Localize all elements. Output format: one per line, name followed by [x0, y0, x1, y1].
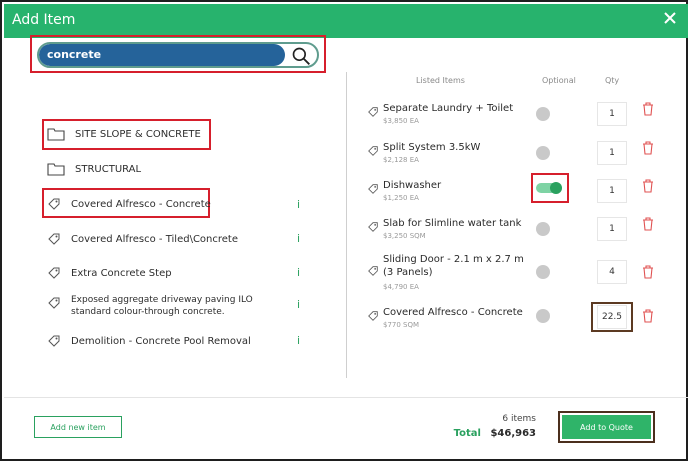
qty-input[interactable]: 22.5 — [597, 305, 627, 329]
trash-icon[interactable] — [642, 179, 654, 193]
listed-item-name: Separate Laundry + Toilet — [383, 103, 514, 114]
result-item-extra-concrete-step[interactable]: Extra Concrete Step — [47, 266, 172, 280]
result-item-exposed-aggregate[interactable]: Exposed aggregate driveway paving ILO st… — [47, 294, 292, 318]
listed-item-price: $770 SQM — [383, 321, 420, 329]
tag-icon — [368, 146, 378, 156]
listed-items-header: Listed Items — [416, 76, 465, 85]
tag-icon — [48, 335, 60, 347]
listed-item-name: Covered Alfresco - Concrete — [383, 307, 523, 318]
result-folder-structural[interactable]: STRUCTURAL — [47, 162, 141, 176]
listed-item-name: Split System 3.5kW — [383, 142, 481, 153]
folder-icon — [47, 128, 65, 141]
trash-icon[interactable] — [642, 265, 654, 279]
dialog-title-bar: Add Item — [4, 4, 688, 38]
optional-header: Optional — [542, 76, 576, 85]
result-label: Covered Alfresco - Tiled\Concrete — [71, 233, 238, 245]
listed-item-price: $1,250 EA — [383, 194, 419, 202]
footer-divider — [4, 397, 688, 398]
listed-item-name: Dishwasher — [383, 180, 442, 191]
qty-input[interactable]: 1 — [597, 141, 627, 165]
panel-divider — [346, 72, 347, 378]
result-label: Exposed aggregate driveway paving ILO st… — [71, 295, 253, 317]
optional-toggle[interactable] — [536, 309, 550, 323]
result-label: SITE SLOPE & CONCRETE — [75, 128, 201, 140]
qty-input[interactable]: 1 — [597, 217, 627, 241]
total: Total $46,963 — [454, 428, 536, 439]
tag-icon — [368, 184, 378, 194]
tag-icon — [48, 267, 60, 279]
qty-input[interactable]: 1 — [597, 102, 627, 126]
tag-icon — [368, 266, 378, 276]
search-icon[interactable] — [291, 46, 311, 66]
tag-icon — [48, 198, 60, 210]
info-icon[interactable]: i — [297, 298, 300, 311]
info-icon[interactable]: i — [297, 266, 300, 279]
result-label: Extra Concrete Step — [71, 267, 172, 279]
items-count: 6 items — [502, 414, 536, 424]
trash-icon[interactable] — [642, 217, 654, 231]
search-bar[interactable]: concrete — [37, 42, 319, 68]
total-value: $46,963 — [490, 428, 536, 439]
tag-icon — [368, 311, 378, 321]
dialog-title: Add Item — [12, 12, 76, 28]
result-item-covered-alfresco-concrete[interactable]: Covered Alfresco - Concrete — [47, 197, 211, 211]
optional-toggle[interactable] — [536, 265, 550, 279]
qty-header: Qty — [605, 76, 620, 85]
folder-icon — [47, 163, 65, 176]
trash-icon[interactable] — [642, 102, 654, 116]
listed-item-name: Slab for Slimline water tank — [383, 218, 522, 229]
info-icon[interactable]: i — [297, 334, 300, 347]
add-new-item-button[interactable]: Add new item — [34, 416, 122, 438]
add-to-quote-button[interactable]: Add to Quote — [562, 415, 651, 439]
optional-toggle[interactable] — [536, 222, 550, 236]
tag-icon — [368, 107, 378, 117]
result-label: Demolition - Concrete Pool Removal — [71, 335, 251, 347]
tag-icon — [368, 222, 378, 232]
trash-icon[interactable] — [642, 141, 654, 155]
optional-toggle-on[interactable] — [536, 182, 564, 194]
listed-item-price: $2,128 EA — [383, 156, 419, 164]
listed-item-name: Sliding Door - 2.1 m x 2.7 m (3 Panels) — [383, 254, 524, 278]
add-item-dialog: Add Item concrete SITE SLOPE & CONCRETE … — [0, 0, 688, 461]
total-label: Total — [453, 428, 481, 439]
result-label: STRUCTURAL — [75, 163, 142, 175]
listed-item-price: $4,790 EA — [383, 283, 419, 291]
qty-input[interactable]: 1 — [597, 179, 627, 203]
info-icon[interactable]: i — [297, 232, 300, 245]
result-label: Covered Alfresco - Concrete — [71, 198, 211, 210]
tag-icon — [48, 233, 60, 245]
optional-toggle[interactable] — [536, 107, 550, 121]
close-icon[interactable] — [662, 10, 678, 26]
trash-icon[interactable] — [642, 309, 654, 323]
search-input[interactable]: concrete — [47, 48, 101, 61]
result-item-covered-alfresco-tiled[interactable]: Covered Alfresco - Tiled\Concrete — [47, 232, 238, 246]
listed-item-price: $3,850 EA — [383, 117, 419, 125]
qty-input[interactable]: 4 — [597, 260, 627, 284]
result-folder-site-slope[interactable]: SITE SLOPE & CONCRETE — [47, 127, 201, 141]
listed-item-price: $3,250 SQM — [383, 232, 426, 240]
result-item-demolition-pool[interactable]: Demolition - Concrete Pool Removal — [47, 334, 251, 348]
info-icon[interactable]: i — [297, 198, 300, 211]
tag-icon — [48, 297, 60, 309]
optional-toggle[interactable] — [536, 146, 550, 160]
